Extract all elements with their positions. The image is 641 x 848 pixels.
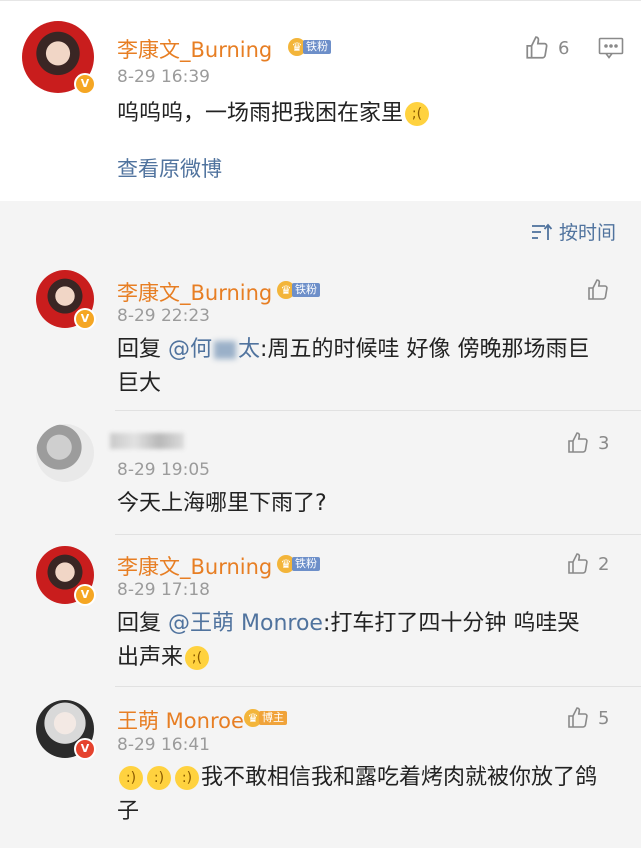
comment-time: 8-29 22:23: [117, 306, 210, 326]
like-button[interactable]: 5: [566, 706, 609, 730]
smile-emoji-icon: :): [119, 766, 143, 790]
thumbs-up-icon: [526, 36, 548, 59]
verified-icon: V: [74, 73, 96, 95]
divider: [115, 534, 641, 535]
comment-text: 回复 @何 太:周五的时候哇 好像 傍晚那场雨巨巨大: [117, 337, 590, 396]
username[interactable]: 李康文_Burning: [117, 277, 272, 307]
fan-badge: ♛ 铁粉: [277, 555, 320, 573]
smile-emoji-icon: :): [147, 766, 171, 790]
divider: [115, 686, 641, 687]
comment-text: :):):) 我不敢相信我和露吃着烤肉就被你放了鸽子: [117, 765, 598, 824]
like-button[interactable]: 2: [566, 552, 609, 576]
thumbs-up-icon: [588, 279, 608, 300]
verified-icon: V: [74, 738, 96, 760]
mention-link[interactable]: @王萌 Monroe: [168, 611, 323, 636]
post-text: 呜呜呜，一场雨把我困在家里 ;(: [117, 97, 431, 131]
avatar-image: [36, 424, 94, 482]
comment-text: 今天上海哪里下雨了?: [117, 491, 327, 516]
blurred-text: [214, 341, 237, 359]
comment-time: 8-29 17:18: [117, 580, 210, 600]
avatar[interactable]: V: [36, 270, 96, 330]
crying-emoji-icon: ;(: [405, 102, 430, 126]
avatar[interactable]: V: [36, 546, 96, 606]
post-time: 8-29 16:39: [117, 67, 210, 87]
username[interactable]: 李康文_Burning: [117, 34, 272, 64]
verified-icon: V: [74, 584, 96, 606]
thumbs-up-icon: [568, 432, 588, 453]
verified-icon: V: [74, 308, 96, 330]
comment-time: 8-29 19:05: [117, 460, 210, 480]
smile-emoji-icon: :): [175, 766, 199, 790]
thumbs-up-icon: [568, 553, 588, 574]
username[interactable]: 李康文_Burning: [117, 551, 272, 581]
thumbs-up-icon: [568, 707, 588, 728]
comment-text: 回复 @王萌 Monroe:打车打了四十分钟 呜哇哭出声来 ;(: [117, 611, 580, 670]
comment-icon[interactable]: [598, 37, 624, 59]
like-button[interactable]: [586, 278, 618, 302]
crying-emoji-icon: ;(: [185, 646, 210, 670]
username[interactable]: 王萌 Monroe: [117, 705, 244, 735]
username[interactable]: [110, 433, 184, 449]
view-original-link[interactable]: 查看原微博: [117, 153, 222, 183]
original-post-card: V 李康文_Burning ♛ 铁粉 8-29 16:39 呜呜呜，一场雨把我困…: [0, 0, 641, 201]
fan-badge: ♛ 铁粉: [288, 38, 331, 56]
like-button[interactable]: 6: [524, 35, 569, 61]
like-button[interactable]: 3: [566, 431, 609, 455]
comment-time: 8-29 16:41: [117, 735, 210, 755]
mention-link[interactable]: @何太: [168, 337, 260, 362]
divider: [115, 410, 641, 411]
sort-by-time-button[interactable]: 按时间: [531, 218, 616, 245]
avatar[interactable]: [36, 424, 94, 482]
avatar[interactable]: V: [22, 21, 96, 95]
fan-badge: ♛ 铁粉: [277, 281, 320, 299]
avatar[interactable]: V: [36, 700, 96, 760]
sort-icon: [531, 223, 553, 240]
blogger-badge: ♛ 博主: [244, 709, 287, 727]
